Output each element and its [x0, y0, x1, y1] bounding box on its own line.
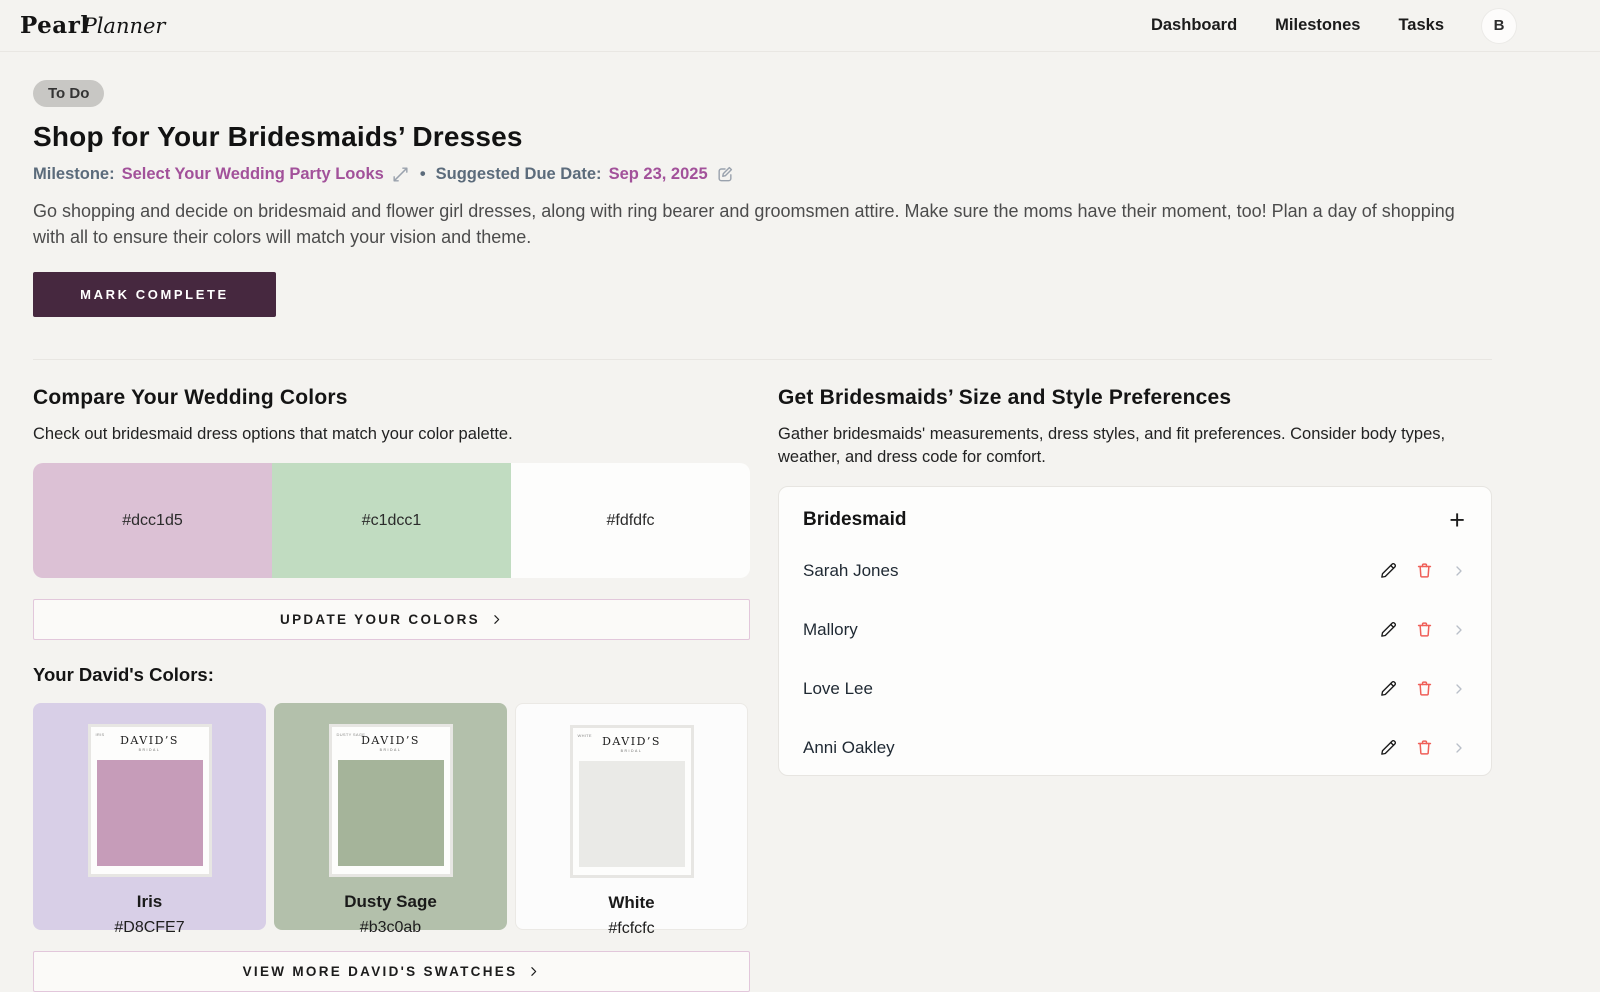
- swatch-name: Dusty Sage: [274, 892, 507, 912]
- task-meta: Milestone: Select Your Wedding Party Loo…: [33, 164, 1492, 184]
- section-divider: [33, 359, 1492, 360]
- delete-trash-icon[interactable]: [1415, 738, 1434, 757]
- bridesmaid-name: Mallory: [803, 620, 858, 640]
- colors-section-title: Compare Your Wedding Colors: [33, 386, 750, 410]
- swatch-name: White: [516, 893, 747, 913]
- bridesmaid-row[interactable]: Anni Oakley: [803, 718, 1467, 777]
- chevron-right-icon: [527, 965, 540, 978]
- edit-due-date-icon[interactable]: [715, 164, 735, 184]
- chevron-right-icon[interactable]: [1451, 681, 1467, 697]
- chevron-right-icon: [490, 613, 503, 626]
- swatch-photo: DUSTY SAGE DAVID’S BRIDAL: [329, 724, 453, 877]
- bridesmaid-preferences-section: Get Bridesmaids’ Size and Style Preferen…: [778, 386, 1492, 992]
- logo-pearl-text: Pearl: [20, 12, 90, 39]
- davids-swatch-card-iris: IRIS DAVID’S BRIDAL Iris #D8CFE7: [33, 703, 266, 930]
- fabric-swatch: [579, 761, 685, 867]
- delete-trash-icon[interactable]: [1415, 679, 1434, 698]
- nav-tasks[interactable]: Tasks: [1398, 16, 1444, 35]
- view-more-swatches-label: VIEW MORE DAVID'S SWATCHES: [243, 964, 518, 979]
- swatch-photo: WHITE DAVID’S BRIDAL: [570, 725, 694, 878]
- update-colors-label: UPDATE YOUR COLORS: [280, 612, 480, 627]
- status-badge: To Do: [33, 80, 104, 107]
- davids-brand-text: DAVID’S: [91, 734, 209, 747]
- colors-section-subtitle: Check out bridesmaid dress options that …: [33, 423, 750, 446]
- task-description: Go shopping and decide on bridesmaid and…: [33, 198, 1488, 250]
- bridesmaid-name: Anni Oakley: [803, 738, 895, 758]
- bridesmaid-name: Sarah Jones: [803, 561, 898, 581]
- mark-complete-button[interactable]: MARK COMPLETE: [33, 272, 276, 317]
- page-title: Shop for Your Bridesmaids’ Dresses: [33, 121, 1492, 153]
- palette-swatch: #dcc1d5: [33, 463, 272, 578]
- avatar[interactable]: B: [1482, 9, 1516, 43]
- bridesmaid-row[interactable]: Mallory: [803, 600, 1467, 659]
- davids-brand-subtext: BRIDAL: [332, 748, 450, 752]
- chevron-right-icon[interactable]: [1451, 563, 1467, 579]
- chevron-right-icon[interactable]: [1451, 622, 1467, 638]
- due-date-value: Sep 23, 2025: [609, 165, 708, 184]
- fabric-swatch: [97, 760, 203, 866]
- logo-planner-text: Planner: [83, 14, 166, 38]
- wedding-colors-section: Compare Your Wedding Colors Check out br…: [33, 386, 750, 992]
- chevron-right-icon[interactable]: [1451, 740, 1467, 756]
- expand-icon[interactable]: [391, 165, 410, 184]
- nav-milestones[interactable]: Milestones: [1275, 16, 1360, 35]
- color-palette: #dcc1d5 #c1dcc1 #fdfdfc: [33, 463, 750, 578]
- add-bridesmaid-button[interactable]: +: [1447, 507, 1467, 534]
- due-date-label: Suggested Due Date:: [436, 165, 602, 184]
- bridesmaid-card-title: Bridesmaid: [803, 509, 906, 531]
- nav-links: Dashboard Milestones Tasks B: [1151, 9, 1516, 43]
- palette-swatch: #c1dcc1: [272, 463, 511, 578]
- swatch-corner-label: IRIS: [96, 732, 105, 737]
- delete-trash-icon[interactable]: [1415, 620, 1434, 639]
- bridesmaid-row[interactable]: Love Lee: [803, 659, 1467, 718]
- swatch-corner-label: WHITE: [578, 733, 592, 738]
- swatch-corner-label: DUSTY SAGE: [337, 732, 366, 737]
- bridesmaid-card: Bridesmaid + Sarah Jones Mallory: [778, 486, 1492, 776]
- meta-separator: •: [420, 165, 426, 184]
- bridesmaid-name: Love Lee: [803, 679, 873, 699]
- davids-brand-subtext: BRIDAL: [573, 749, 691, 753]
- bridesmaid-row[interactable]: Sarah Jones: [803, 541, 1467, 600]
- davids-brand-subtext: BRIDAL: [91, 748, 209, 752]
- fabric-swatch: [338, 760, 444, 866]
- davids-swatch-card-dusty-sage: DUSTY SAGE DAVID’S BRIDAL Dusty Sage #b3…: [274, 703, 507, 930]
- davids-swatch-row: IRIS DAVID’S BRIDAL Iris #D8CFE7: [33, 703, 750, 930]
- palette-swatch: #fdfdfc: [511, 463, 750, 578]
- nav-dashboard[interactable]: Dashboard: [1151, 16, 1237, 35]
- swatch-hex: #b3c0ab: [274, 919, 507, 937]
- preferences-section-title: Get Bridesmaids’ Size and Style Preferen…: [778, 386, 1492, 410]
- swatch-hex: #D8CFE7: [33, 919, 266, 937]
- preferences-section-subtitle: Gather bridesmaids' measurements, dress …: [778, 423, 1492, 469]
- milestone-link[interactable]: Select Your Wedding Party Looks: [122, 165, 384, 184]
- swatch-hex: #fcfcfc: [516, 920, 747, 938]
- update-colors-button[interactable]: UPDATE YOUR COLORS: [33, 599, 750, 640]
- edit-pencil-icon[interactable]: [1379, 738, 1398, 757]
- edit-pencil-icon[interactable]: [1379, 561, 1398, 580]
- swatch-photo: IRIS DAVID’S BRIDAL: [88, 724, 212, 877]
- delete-trash-icon[interactable]: [1415, 561, 1434, 580]
- milestone-label: Milestone:: [33, 165, 115, 184]
- logo[interactable]: Pearl Planner: [20, 12, 165, 39]
- edit-pencil-icon[interactable]: [1379, 679, 1398, 698]
- davids-colors-title: Your David's Colors:: [33, 664, 750, 686]
- davids-swatch-card-white: WHITE DAVID’S BRIDAL White #fcfcfc: [515, 703, 748, 930]
- swatch-name: Iris: [33, 892, 266, 912]
- edit-pencil-icon[interactable]: [1379, 620, 1398, 639]
- top-nav: Pearl Planner Dashboard Milestones Tasks…: [0, 0, 1600, 52]
